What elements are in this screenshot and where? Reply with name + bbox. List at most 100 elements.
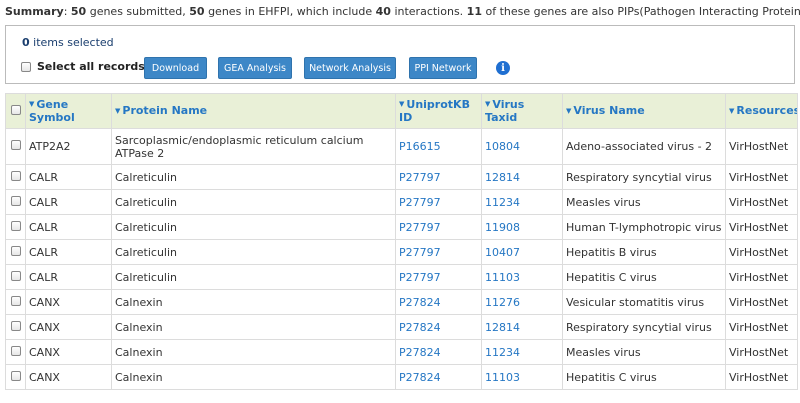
protein-name-cell: Sarcoplasmic/endoplasmic reticulum calci… (111, 128, 396, 165)
taxid-link[interactable]: 11103 (481, 264, 563, 290)
table-row: CALR Calreticulin P27797 11103 Hepatitis… (5, 264, 798, 290)
select-all-checkbox[interactable] (21, 61, 31, 72)
header-virus-taxid[interactable]: ▼ Virus Taxid (481, 93, 563, 129)
taxid-link[interactable]: 12814 (481, 314, 563, 340)
row-checkbox[interactable] (10, 320, 21, 331)
uniprot-link[interactable]: P27824 (395, 364, 482, 390)
uniprot-link[interactable]: P27797 (395, 164, 482, 190)
uniprot-link[interactable]: P27824 (395, 339, 482, 365)
sort-icon: ▼ (485, 100, 491, 109)
info-icon[interactable]: i (496, 61, 510, 75)
protein-name-cell: Calnexin (111, 364, 396, 390)
row-checkbox[interactable] (10, 140, 21, 150)
ppi-network-button[interactable]: PPI Network (409, 57, 477, 79)
taxid-link[interactable]: 10407 (481, 239, 563, 265)
download-button[interactable]: Download (144, 57, 207, 79)
gene-symbol-cell: CANX (25, 314, 112, 340)
table-row: CANX Calnexin P27824 12814 Respiratory s… (5, 314, 798, 340)
virus-name-cell: Adeno-associated virus - 2 (562, 128, 726, 165)
virus-name-cell: Vesicular stomatitis virus (562, 289, 726, 315)
virus-name-cell: Hepatitis B virus (562, 239, 726, 265)
sort-icon: ▼ (29, 100, 35, 109)
row-select-cell (5, 314, 26, 340)
row-checkbox[interactable] (10, 270, 21, 281)
row-select-cell (5, 239, 26, 265)
items-selected-text: 0 items selected (22, 36, 114, 49)
row-select-cell (5, 364, 26, 390)
row-select-cell (5, 128, 26, 165)
sort-icon: ▼ (399, 100, 405, 109)
header-label: Virus Taxid (485, 97, 525, 125)
taxid-link[interactable]: 11103 (481, 364, 563, 390)
row-checkbox[interactable] (10, 220, 21, 231)
gene-symbol-cell: CALR (25, 239, 112, 265)
resource-cell: VirHostNet (725, 364, 798, 390)
summary-text-part: genes submitted, (86, 5, 190, 18)
virus-name-cell: Human T-lymphotropic virus 1 (562, 214, 726, 240)
table-row: CALR Calreticulin P27797 12814 Respirato… (5, 164, 798, 190)
row-select-cell (5, 289, 26, 315)
taxid-link[interactable]: 10804 (481, 128, 563, 165)
protein-name-cell: Calnexin (111, 339, 396, 365)
gene-symbol-cell: CALR (25, 264, 112, 290)
selection-panel: 0 items selected Select all records Down… (5, 25, 795, 84)
resource-cell: VirHostNet (725, 239, 798, 265)
gene-symbol-cell: CALR (25, 214, 112, 240)
selected-count: 0 (22, 36, 30, 49)
uniprot-link[interactable]: P27797 (395, 189, 482, 215)
sort-icon: ▼ (729, 106, 735, 115)
select-all-records[interactable]: Select all records (21, 60, 145, 73)
uniprot-link[interactable]: P27797 (395, 239, 482, 265)
virus-name-cell: Hepatitis C virus (562, 264, 726, 290)
genes-submitted-count: 50 (70, 5, 87, 18)
sort-icon: ▼ (115, 106, 121, 115)
taxid-link[interactable]: 11234 (481, 339, 563, 365)
taxid-link[interactable]: 11234 (481, 189, 563, 215)
taxid-link[interactable]: 12814 (481, 164, 563, 190)
gea-analysis-button[interactable]: GEA Analysis (218, 57, 292, 79)
pip-genes-count: 11 (466, 5, 482, 18)
gene-symbol-cell: CANX (25, 339, 112, 365)
row-checkbox[interactable] (10, 345, 21, 356)
row-checkbox[interactable] (10, 295, 21, 306)
row-select-cell (5, 189, 26, 215)
protein-name-cell: Calnexin (111, 289, 396, 315)
protein-name-cell: Calreticulin (111, 214, 396, 240)
gene-symbol-cell: ATP2A2 (25, 128, 112, 165)
header-protein-name[interactable]: ▼ Protein Name (111, 93, 396, 129)
taxid-link[interactable]: 11908 (481, 214, 563, 240)
network-analysis-button[interactable]: Network Analysis (304, 57, 396, 79)
gene-symbol-cell: CANX (25, 289, 112, 315)
header-resources[interactable]: ▼ Resources (725, 93, 798, 129)
uniprot-link[interactable]: P27824 (395, 314, 482, 340)
header-label: Protein Name (122, 104, 208, 118)
uniprot-link[interactable]: P16615 (395, 128, 482, 165)
row-checkbox[interactable] (10, 245, 21, 256)
protein-name-cell: Calreticulin (111, 239, 396, 265)
header-label: Gene Symbol (29, 97, 75, 125)
sort-icon: ▼ (566, 106, 572, 115)
table-row: ATP2A2 Sarcoplasmic/endoplasmic reticulu… (5, 128, 798, 165)
header-gene-symbol[interactable]: ▼ Gene Symbol (25, 93, 112, 129)
taxid-link[interactable]: 11276 (481, 289, 563, 315)
row-checkbox[interactable] (10, 170, 21, 181)
summary-text-part: : (63, 5, 71, 18)
row-checkbox[interactable] (10, 195, 21, 206)
interactions-count: 40 (375, 5, 391, 18)
row-checkbox[interactable] (10, 370, 21, 381)
protein-name-cell: Calreticulin (111, 264, 396, 290)
summary-text-part: of these genes are also PIPs(Pathogen In… (481, 5, 800, 18)
header-virus-name[interactable]: ▼ Virus Name (562, 93, 726, 129)
header-select-checkbox[interactable] (10, 104, 21, 115)
protein-name-cell: Calreticulin (111, 164, 396, 190)
uniprot-link[interactable]: P27797 (395, 264, 482, 290)
items-selected-suffix: items selected (29, 36, 114, 49)
resource-cell: VirHostNet (725, 289, 798, 315)
virus-name-cell: Measles virus (562, 339, 726, 365)
interactions-table: ▼ Gene Symbol ▼ Protein Name ▼ UniprotKB ID… (5, 93, 798, 390)
header-uniprot-id[interactable]: ▼ UniprotKB ID (395, 93, 482, 129)
uniprot-link[interactable]: P27797 (395, 214, 482, 240)
gene-symbol-cell: CALR (25, 164, 112, 190)
uniprot-link[interactable]: P27824 (395, 289, 482, 315)
protein-name-cell: Calreticulin (111, 189, 396, 215)
